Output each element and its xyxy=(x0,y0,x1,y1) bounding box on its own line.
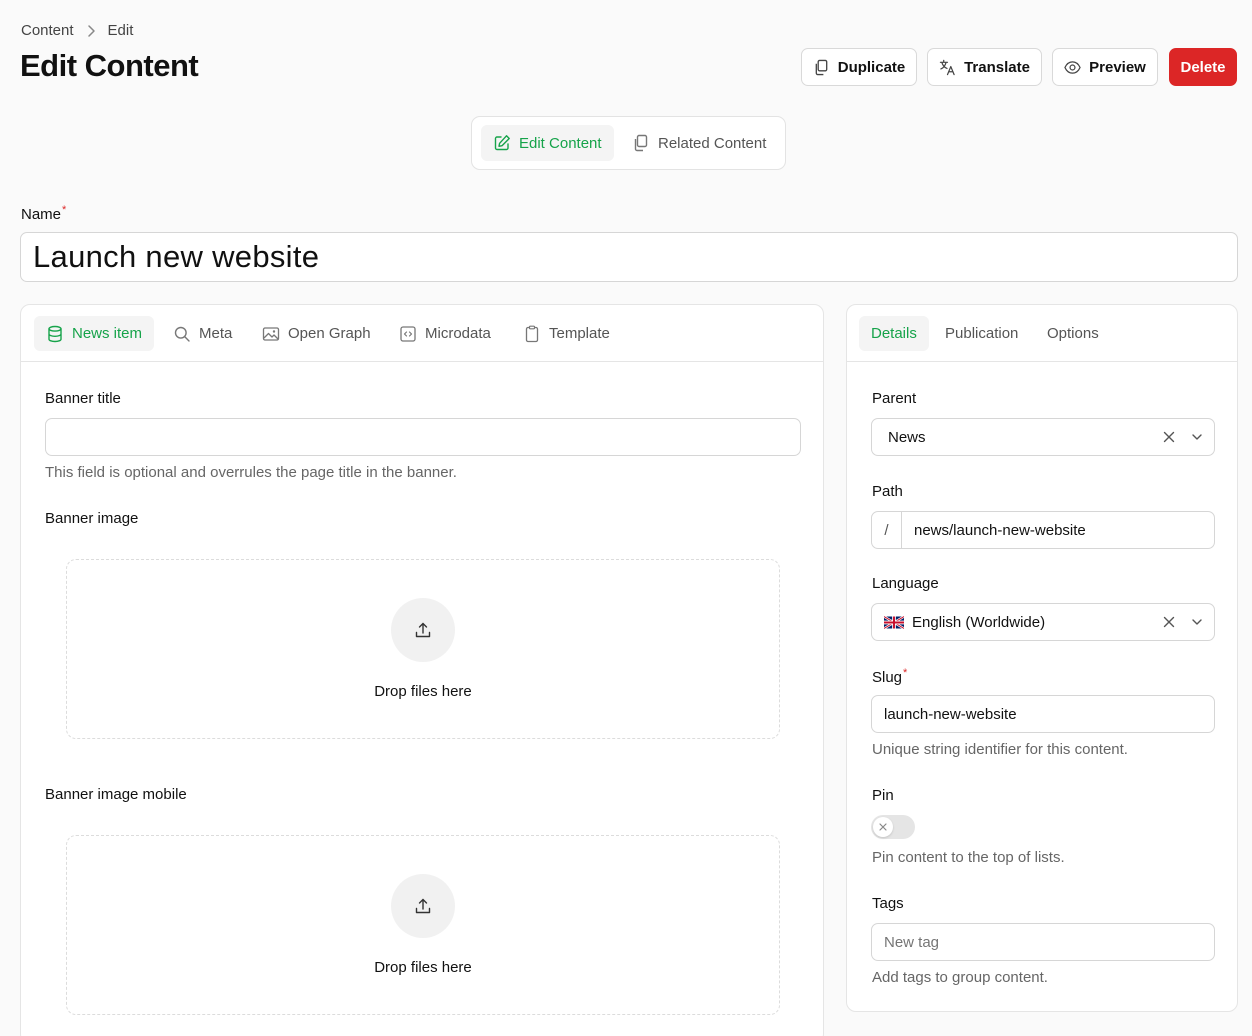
path-value: news/launch-new-website xyxy=(914,521,1086,539)
code-icon xyxy=(400,325,416,342)
eye-icon xyxy=(1064,60,1081,74)
database-icon xyxy=(48,325,62,342)
slug-label: Slug* xyxy=(872,667,908,686)
chevron-right-icon xyxy=(80,23,102,39)
close-icon xyxy=(873,817,893,837)
clear-icon[interactable] xyxy=(1162,430,1176,444)
tab-template[interactable]: Template xyxy=(511,316,622,351)
translate-button[interactable]: Translate xyxy=(927,48,1042,86)
details-panel: Details Publication Options Parent News … xyxy=(846,304,1238,1012)
tab-publication-label: Publication xyxy=(945,325,1019,342)
content-fields-panel: News item Meta Open Graph Microdata Temp… xyxy=(20,304,824,1036)
slug-input[interactable]: launch-new-website xyxy=(871,695,1215,733)
delete-button[interactable]: Delete xyxy=(1169,48,1237,86)
tags-input[interactable] xyxy=(872,924,1214,960)
content-tabs: News item Meta Open Graph Microdata Temp… xyxy=(21,305,823,362)
page-title: Edit Content xyxy=(20,48,199,83)
banner-image-mobile-drop-text: Drop files here xyxy=(374,959,472,976)
translate-icon xyxy=(939,59,955,75)
path-label: Path xyxy=(872,483,903,500)
tab-details[interactable]: Details xyxy=(859,316,929,351)
name-label: Name* xyxy=(21,204,67,223)
tab-options-label: Options xyxy=(1047,325,1099,342)
banner-title-input[interactable] xyxy=(45,418,801,456)
tab-details-label: Details xyxy=(871,325,917,342)
duplicate-label: Duplicate xyxy=(837,58,906,76)
pin-label: Pin xyxy=(872,787,894,804)
edit-icon xyxy=(494,135,510,151)
language-label: Language xyxy=(872,575,939,592)
name-input[interactable]: Launch new website xyxy=(20,232,1238,282)
breadcrumb-edit: Edit xyxy=(107,22,134,39)
breadcrumb: Content Edit xyxy=(21,22,133,39)
language-select[interactable]: English (Worldwide) xyxy=(871,603,1215,641)
path-input[interactable]: / news/launch-new-website xyxy=(871,511,1215,549)
tab-news-item[interactable]: News item xyxy=(34,316,155,351)
slug-value: launch-new-website xyxy=(884,705,1017,723)
tab-open-graph[interactable]: Open Graph xyxy=(250,316,383,351)
tab-template-label: Template xyxy=(549,325,610,342)
tags-help: Add tags to group content. xyxy=(872,969,1048,986)
chevron-down-icon[interactable] xyxy=(1190,430,1204,444)
path-prefix: / xyxy=(872,512,902,548)
tab-meta-label: Meta xyxy=(199,325,233,342)
parent-value: News xyxy=(888,428,926,446)
tab-meta[interactable]: Meta xyxy=(161,316,244,351)
banner-title-label: Banner title xyxy=(45,390,121,407)
tags-field xyxy=(871,923,1215,961)
clear-icon[interactable] xyxy=(1162,615,1176,629)
uk-flag-icon xyxy=(884,615,904,629)
parent-select[interactable]: News xyxy=(871,418,1215,456)
preview-label: Preview xyxy=(1089,58,1146,76)
tab-publication[interactable]: Publication xyxy=(933,316,1030,351)
chevron-down-icon[interactable] xyxy=(1190,615,1204,629)
preview-button[interactable]: Preview xyxy=(1052,48,1158,86)
search-icon xyxy=(174,326,190,342)
slug-help: Unique string identifier for this conten… xyxy=(872,741,1128,758)
details-tabs: Details Publication Options xyxy=(847,305,1237,362)
copy-icon xyxy=(634,134,648,152)
banner-image-label: Banner image xyxy=(45,510,139,527)
tab-open-graph-label: Open Graph xyxy=(288,325,371,342)
clipboard-icon xyxy=(525,325,539,342)
translate-label: Translate xyxy=(964,58,1030,76)
tab-related-content-label: Related Content xyxy=(658,134,767,152)
copy-icon xyxy=(815,59,828,75)
breadcrumb-content[interactable]: Content xyxy=(21,22,74,39)
parent-label: Parent xyxy=(872,390,917,407)
banner-image-dropzone[interactable]: Drop files here xyxy=(66,559,780,739)
tab-edit-content-label: Edit Content xyxy=(519,134,602,152)
tab-edit-content[interactable]: Edit Content xyxy=(481,125,614,161)
banner-title-help: This field is optional and overrules the… xyxy=(45,464,457,481)
content-view-switcher: Edit Content Related Content xyxy=(471,116,786,170)
image-icon xyxy=(262,326,280,341)
delete-label: Delete xyxy=(1180,58,1226,76)
duplicate-button[interactable]: Duplicate xyxy=(801,48,917,86)
pin-toggle[interactable] xyxy=(871,815,915,839)
tab-microdata-label: Microdata xyxy=(425,325,491,342)
banner-image-mobile-label: Banner image mobile xyxy=(45,786,187,803)
name-value: Launch new website xyxy=(33,239,320,274)
banner-image-drop-text: Drop files here xyxy=(374,683,472,700)
language-value: English (Worldwide) xyxy=(912,613,1046,631)
tab-options[interactable]: Options xyxy=(1035,316,1111,351)
upload-icon xyxy=(391,874,455,938)
pin-help: Pin content to the top of lists. xyxy=(872,849,1065,866)
tab-news-item-label: News item xyxy=(72,325,143,342)
banner-image-mobile-dropzone[interactable]: Drop files here xyxy=(66,835,780,1015)
tab-related-content[interactable]: Related Content xyxy=(620,125,778,161)
tab-microdata[interactable]: Microdata xyxy=(387,316,503,351)
tags-label: Tags xyxy=(872,895,904,912)
upload-icon xyxy=(391,598,455,662)
